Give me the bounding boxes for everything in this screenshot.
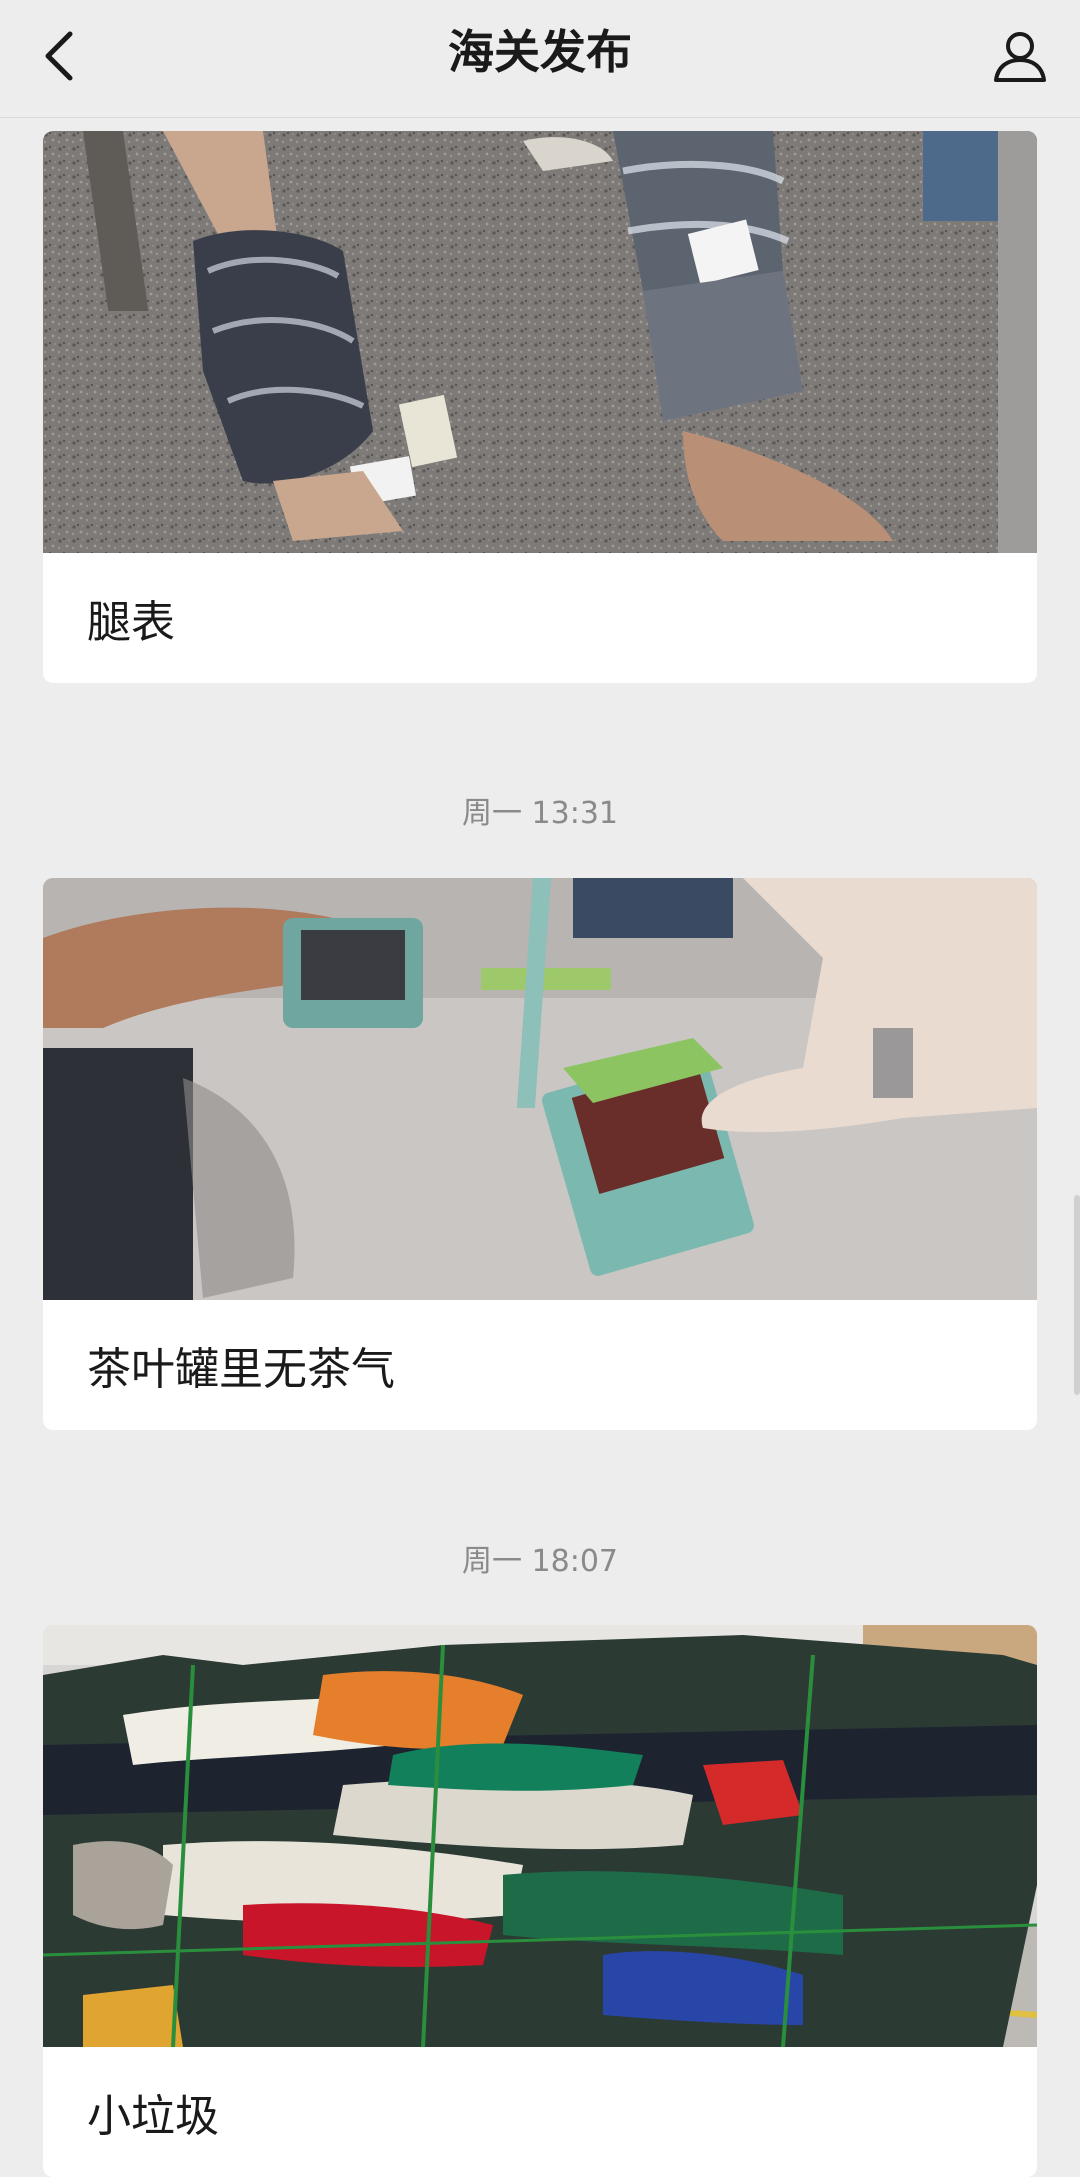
timestamp: 周一 18:07 [462, 1544, 618, 1579]
profile-button[interactable] [982, 18, 1058, 94]
article-image [43, 1625, 1037, 2047]
article-card[interactable]: 腿表 [43, 131, 1037, 683]
person-icon [994, 32, 1046, 82]
article-title: 腿表 [87, 597, 175, 648]
scrollbar[interactable] [1074, 1195, 1080, 1395]
article-title: 茶叶罐里无茶气 [87, 1344, 395, 1395]
article-image [43, 131, 1037, 553]
timestamp: 周一 13:31 [462, 796, 618, 831]
navigation-bar: 海关发布 [0, 0, 1080, 118]
article-image [43, 878, 1037, 1300]
page-title: 海关发布 [448, 25, 632, 79]
article-card[interactable]: 小垃圾 [43, 1625, 1037, 2177]
article-card[interactable]: 茶叶罐里无茶气 [43, 878, 1037, 1430]
article-title: 小垃圾 [87, 2091, 219, 2142]
